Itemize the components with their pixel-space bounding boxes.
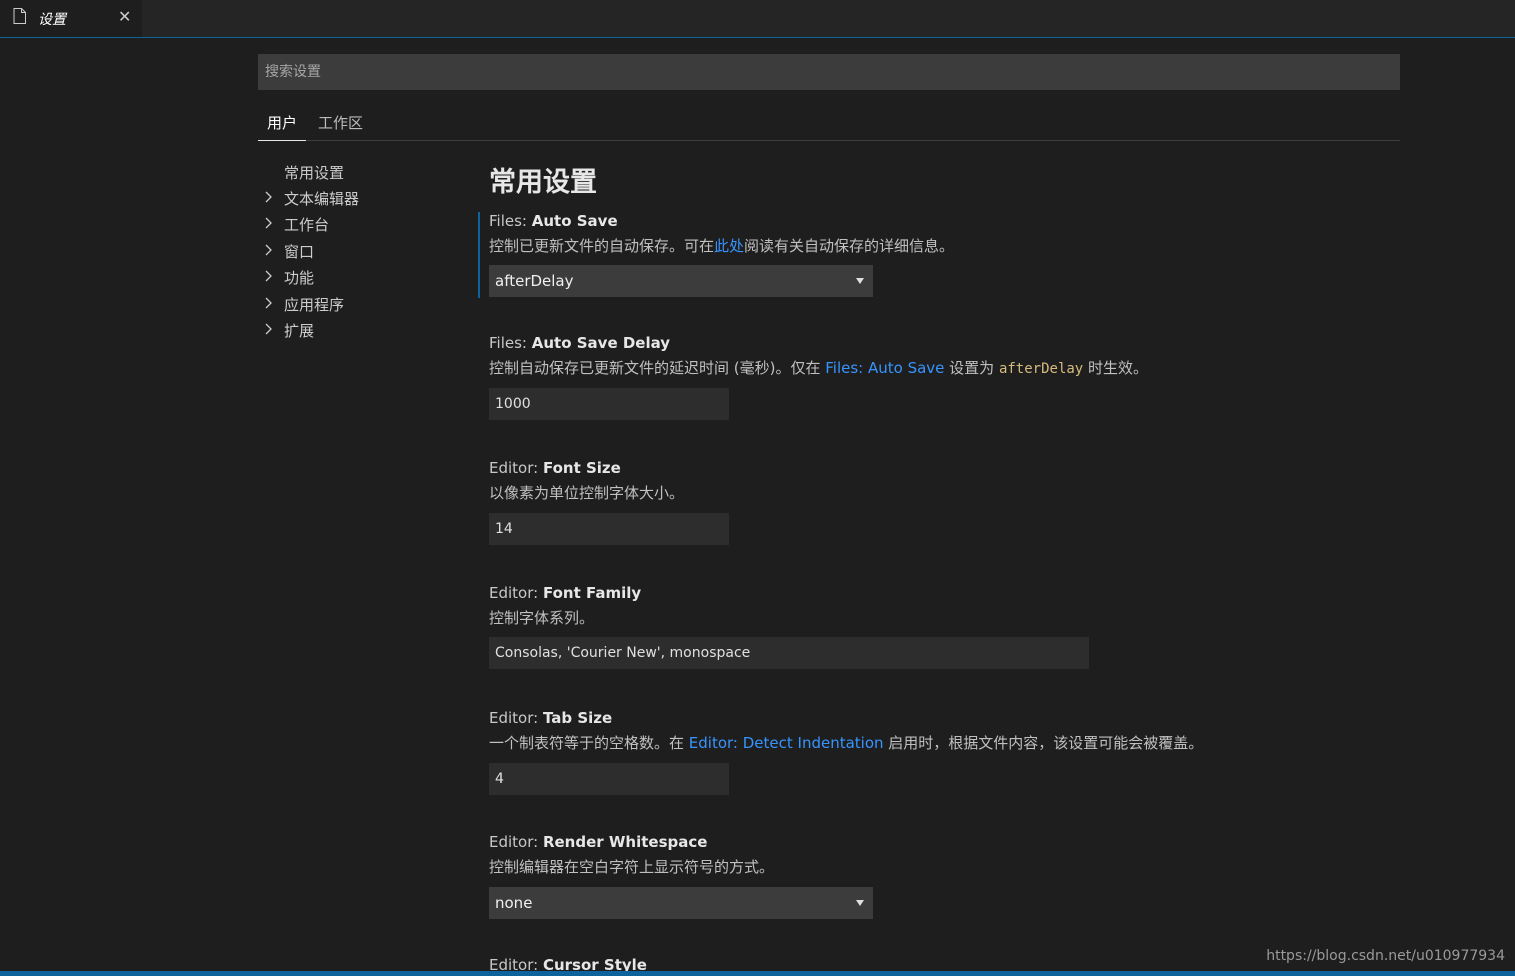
setting-category: Editor: <box>489 833 543 851</box>
tab-title: 设置 <box>38 12 66 28</box>
chevron-right-icon <box>265 244 272 256</box>
setting-title: Editor: Font Family <box>489 584 641 602</box>
setting-title: Files: Auto Save <box>489 212 618 230</box>
search-settings-input[interactable] <box>258 54 1400 90</box>
setting-category: Editor: <box>489 584 543 602</box>
toc-label: 扩展 <box>284 322 315 340</box>
desc-text: 一个制表符等于的空格数。在 <box>489 734 689 752</box>
setting-description: 控制自动保存已更新文件的延迟时间 (毫秒)。仅在 Files: Auto Sav… <box>489 357 1148 378</box>
toc-label: 工作台 <box>284 216 330 234</box>
setting-category: Editor: <box>489 459 543 477</box>
chevron-right-icon <box>265 270 272 282</box>
auto-save-docs-link[interactable]: 此处 <box>714 237 744 255</box>
toc-label: 功能 <box>284 269 315 287</box>
chevron-right-icon <box>265 191 272 203</box>
chevron-right-icon <box>265 323 272 335</box>
setting-key: Auto Save <box>531 212 618 230</box>
setting-key: Font Family <box>542 584 642 602</box>
setting-category: Files: <box>489 212 532 230</box>
setting-key: Font Size <box>542 459 621 477</box>
toc-label: 应用程序 <box>284 296 345 314</box>
file-icon <box>13 8 26 24</box>
setting-key: Render Whitespace <box>542 833 708 851</box>
caret-down-icon <box>856 278 864 284</box>
setting-description: 控制编辑器在空白字符上显示符号的方式。 <box>489 858 775 876</box>
select-value: afterDelay <box>495 272 574 290</box>
auto-save-select[interactable]: afterDelay <box>489 265 873 297</box>
desc-code: afterDelay <box>998 361 1084 377</box>
editor-tab-bar: 设置 ✕ <box>0 0 1515 38</box>
desc-text: 控制已更新文件的自动保存。可在 <box>489 237 715 255</box>
setting-title: Editor: Render Whitespace <box>489 833 707 851</box>
tab-size-input[interactable] <box>489 763 729 795</box>
chevron-right-icon <box>265 297 272 309</box>
tab-user[interactable]: 用户 <box>258 112 307 141</box>
setting-description: 控制字体系列。 <box>489 609 595 627</box>
caret-down-icon <box>856 900 864 906</box>
toc-label: 窗口 <box>284 243 315 261</box>
chevron-right-icon <box>265 217 272 229</box>
setting-title: Editor: Font Size <box>489 459 621 477</box>
watermark-text: https://blog.csdn.net/u010977934 <box>1266 948 1505 964</box>
setting-title: Files: Auto Save Delay <box>489 334 670 352</box>
toc-label: 常用设置 <box>284 164 345 182</box>
status-bar <box>0 971 1515 976</box>
auto-save-delay-input[interactable] <box>489 388 729 420</box>
setting-category: Editor: <box>489 709 543 727</box>
setting-title: Editor: Tab Size <box>489 709 612 727</box>
setting-description: 一个制表符等于的空格数。在 Editor: Detect Indentation… <box>489 732 1203 753</box>
setting-description: 以像素为单位控制字体大小。 <box>489 484 685 502</box>
setting-category: Files: <box>489 334 532 352</box>
scope-tabs: 用户 工作区 <box>258 108 1400 141</box>
font-family-input[interactable] <box>489 637 1089 669</box>
setting-key: Tab Size <box>542 709 613 727</box>
close-icon[interactable]: ✕ <box>118 7 131 26</box>
desc-text: 设置为 <box>944 359 999 377</box>
select-value: none <box>495 894 533 912</box>
settings-tab[interactable]: 设置 ✕ <box>0 0 142 37</box>
desc-text: 控制自动保存已更新文件的延迟时间 (毫秒)。仅在 <box>489 359 826 377</box>
section-title: 常用设置 <box>489 167 597 198</box>
toc-label: 文本编辑器 <box>284 190 360 208</box>
detect-indentation-link[interactable]: Editor: Detect Indentation <box>689 734 884 752</box>
desc-text: 时生效。 <box>1083 359 1149 377</box>
render-whitespace-select[interactable]: none <box>489 887 873 919</box>
desc-text: 启用时，根据文件内容，该设置可能会被覆盖。 <box>883 734 1204 752</box>
files-auto-save-link[interactable]: Files: Auto Save <box>825 359 944 377</box>
setting-description: 控制已更新文件的自动保存。可在此处阅读有关自动保存的详细信息。 <box>489 235 954 256</box>
setting-key: Auto Save Delay <box>531 334 671 352</box>
focus-indicator <box>478 212 480 298</box>
desc-text: 阅读有关自动保存的详细信息。 <box>744 237 955 255</box>
tab-workspace[interactable]: 工作区 <box>309 112 372 141</box>
font-size-input[interactable] <box>489 513 729 545</box>
